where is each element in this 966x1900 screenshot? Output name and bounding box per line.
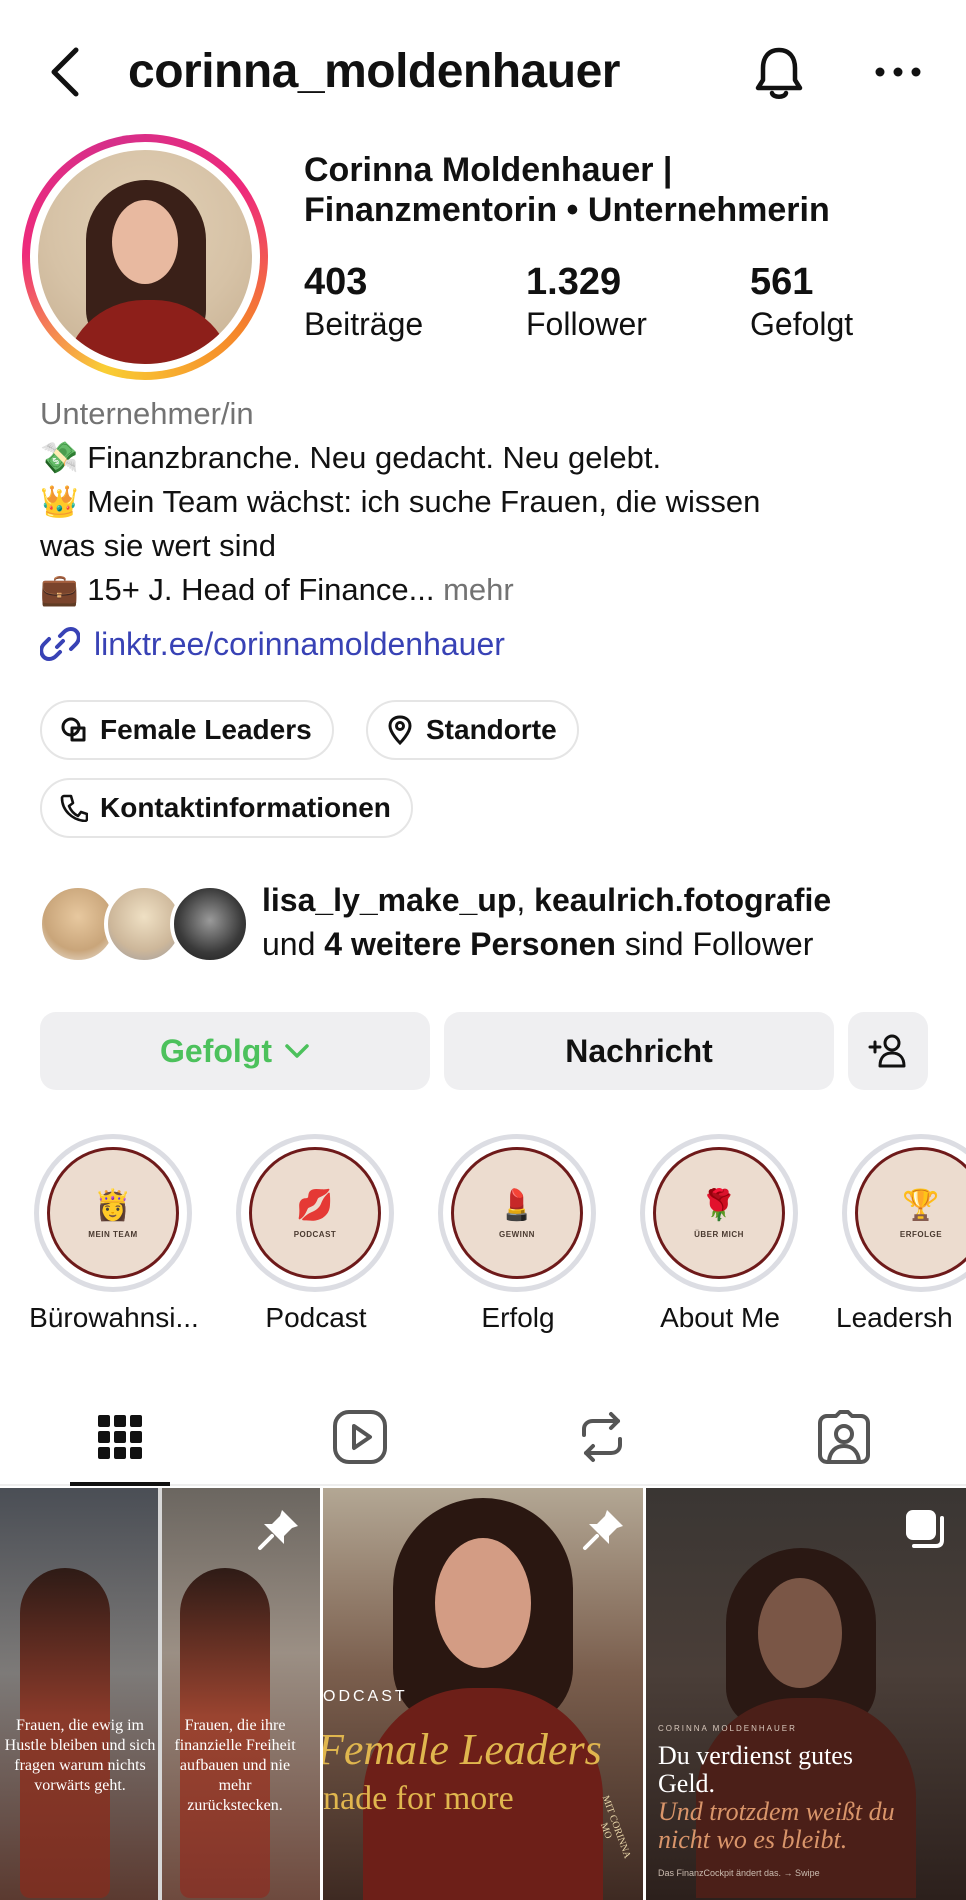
grid-icon [98, 1415, 142, 1459]
chip-contact-info[interactable]: Kontaktinformationen [40, 778, 413, 838]
reels-icon [333, 1410, 387, 1464]
notifications-button[interactable] [750, 44, 808, 102]
bio-line: 💼 15+ J. Head of Finance... mehr [40, 572, 514, 607]
following-button[interactable]: Gefolgt [40, 1012, 430, 1090]
tab-reels[interactable] [310, 1406, 410, 1468]
post-title: Female Leaders [323, 1725, 602, 1774]
stat-posts[interactable]: 403 Beiträge [304, 260, 423, 344]
story-highlight[interactable]: 💄 GEWINN Erfolg [438, 1134, 598, 1333]
post-tile[interactable]: CORINNA MOLDENHAUER Du verdienst gutes G… [646, 1488, 966, 1900]
more-horizontal-icon [875, 67, 921, 77]
link-icon [40, 627, 80, 661]
suggest-people-button[interactable] [848, 1012, 928, 1090]
briefcase-icon: 💼 [40, 572, 79, 607]
highlight-label: Leadersh [836, 1302, 953, 1333]
post-kicker: CORINNA MOLDENHAUER [658, 1724, 797, 1733]
add-person-icon [868, 1034, 906, 1068]
profile-link[interactable]: linktr.ee/corinnamoldenhauer [40, 624, 505, 664]
category-label: Unternehmer/in [40, 396, 254, 431]
profile-header: corinna_moldenhauer [0, 0, 966, 140]
bio-line: was sie wert sind [40, 528, 277, 563]
bio-line: 👑 Mein Team wächst: ich suche Frauen, di… [40, 484, 761, 519]
tab-tagged[interactable] [794, 1406, 894, 1468]
story-highlight[interactable]: 👸 MEIN TEAM Bürowahnsi... [29, 1134, 199, 1333]
lips-icon: 💋 [296, 1188, 334, 1222]
follower-username[interactable]: lisa_ly_make_up [262, 882, 516, 918]
chip-female-leaders[interactable]: Female Leaders [40, 700, 334, 760]
followed-by-text[interactable]: lisa_ly_make_up, keaulrich.fotografie un… [262, 878, 942, 966]
post-line: Und trotzdem weißt du [658, 1797, 895, 1826]
money-icon: 💸 [40, 440, 79, 475]
rose-icon: 🌹 [700, 1188, 738, 1222]
carousel-icon [906, 1510, 944, 1548]
avatar [38, 150, 252, 364]
bell-icon [755, 47, 803, 99]
trophy-icon: 🏆 [902, 1188, 940, 1222]
pin-icon [258, 1510, 298, 1550]
threads-icon [61, 717, 86, 742]
chip-locations[interactable]: Standorte [366, 700, 579, 760]
display-name: Corinna Moldenhauer | Finanzmentorin • U… [304, 151, 830, 229]
highlight-label: About Me [660, 1302, 780, 1333]
post-footer: Das FinanzCockpit ändert das. → Swipe [658, 1868, 820, 1878]
chevron-left-icon [51, 47, 79, 97]
more-options-button[interactable] [870, 52, 926, 92]
post-tile[interactable]: Frauen, die ewig im Hustle bleiben und s… [0, 1488, 320, 1900]
post-caption: Frauen, die ihre finanzielle Freiheit au… [174, 1717, 296, 1814]
story-highlight[interactable]: 🏆 ERFOLGE Leadersh [836, 1134, 966, 1333]
tab-posts[interactable] [70, 1406, 170, 1468]
bio-line: 💸 Finanzbranche. Neu gedacht. Neu gelebt… [40, 440, 662, 475]
back-button[interactable] [46, 44, 86, 100]
story-highlight[interactable]: 💋 PODCAST Podcast [236, 1134, 396, 1333]
profile-avatar-story-ring[interactable] [22, 134, 268, 380]
profile-tabs [0, 1390, 966, 1486]
chevron-down-icon [285, 1044, 309, 1058]
pin-icon [583, 1510, 623, 1550]
reposts-icon [582, 1412, 622, 1462]
post-tile[interactable]: ODCAST Female Leaders nade for more MIT … [323, 1488, 643, 1900]
tab-reposts[interactable] [552, 1406, 652, 1468]
story-highlight[interactable]: 🌹 ÜBER MICH About Me [640, 1134, 800, 1333]
message-button[interactable]: Nachricht [444, 1012, 834, 1090]
stat-followers[interactable]: 1.329 Follower [526, 260, 647, 344]
profile-bio: Unternehmer/in 💸 Finanzbranche. Neu geda… [40, 392, 940, 612]
stat-following[interactable]: 561 Gefolgt [750, 260, 853, 344]
post-line: Du verdienst gutes [658, 1741, 853, 1770]
tagged-icon [818, 1410, 870, 1464]
crown-icon: 👑 [40, 484, 79, 519]
princess-icon: 👸 [94, 1188, 132, 1222]
post-caption: Frauen, die ewig im Hustle bleiben und s… [4, 1717, 156, 1794]
profile-username: corinna_moldenhauer [128, 45, 620, 98]
location-pin-icon [388, 715, 412, 745]
phone-icon [60, 794, 88, 822]
more-link[interactable]: mehr [443, 572, 514, 607]
follower-avatar[interactable] [170, 884, 250, 964]
post-line: Geld. [658, 1769, 716, 1798]
lipstick-icon: 💄 [498, 1188, 536, 1222]
post-line: nicht wo es bleibt. [658, 1825, 848, 1854]
follower-username[interactable]: keaulrich.fotografie [534, 882, 831, 918]
active-tab-indicator [70, 1482, 170, 1486]
post-kicker: ODCAST [323, 1688, 408, 1705]
